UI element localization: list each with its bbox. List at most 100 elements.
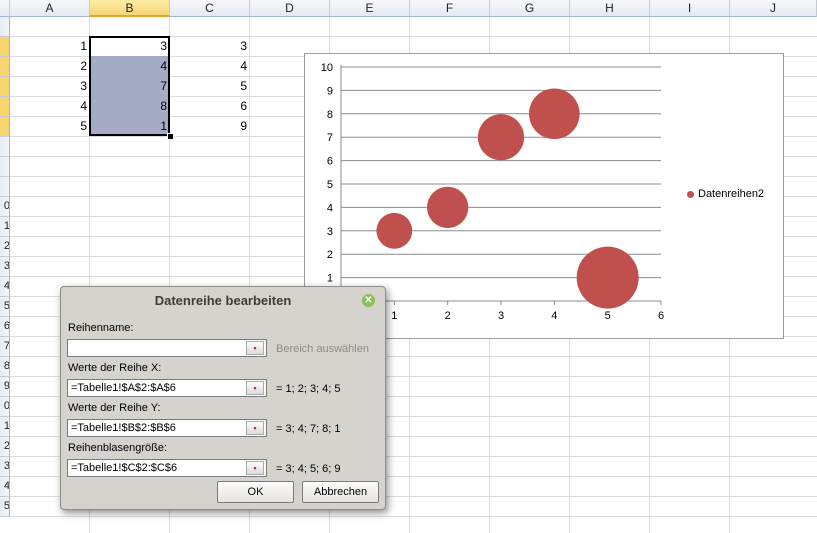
cell-a4[interactable]: 3 bbox=[10, 76, 90, 96]
range-select-icon[interactable]: ▪ bbox=[246, 341, 264, 355]
row-header[interactable]: 1 bbox=[0, 217, 10, 237]
y-tick-label: 2 bbox=[327, 249, 333, 261]
row-header[interactable]: 6 bbox=[0, 317, 10, 337]
bubble-point bbox=[477, 114, 525, 161]
row-header[interactable]: 2 bbox=[0, 237, 10, 257]
row-header[interactable]: 8 bbox=[0, 357, 10, 377]
bubble-point bbox=[529, 88, 580, 140]
row-header[interactable]: 4 bbox=[0, 277, 10, 297]
series-name-hint: Bereich auswählen bbox=[276, 343, 369, 355]
cell-c2[interactable]: 3 bbox=[170, 36, 250, 56]
row-header[interactable] bbox=[0, 77, 10, 97]
x-values-label: Werte der Reihe X: bbox=[68, 362, 162, 374]
row-header[interactable] bbox=[0, 177, 10, 197]
row-header[interactable] bbox=[0, 137, 10, 157]
row-number: 5 bbox=[3, 500, 10, 512]
y-tick-label: 3 bbox=[327, 226, 333, 238]
legend-series-name: Datenreihen2 bbox=[698, 188, 765, 200]
cell-a5[interactable]: 4 bbox=[10, 96, 90, 116]
x-values-field[interactable]: =Tabelle1!$A$2:$A$6 bbox=[67, 379, 267, 397]
bubble-size-field[interactable]: =Tabelle1!$C$2:$C$6 bbox=[67, 459, 267, 477]
cell-c4[interactable]: 5 bbox=[170, 76, 250, 96]
x-tick-label: 4 bbox=[551, 310, 557, 322]
legend-marker bbox=[687, 190, 694, 198]
row-number: 4 bbox=[3, 280, 10, 292]
row-header[interactable] bbox=[0, 37, 10, 57]
row-number: 2 bbox=[3, 240, 10, 252]
row-number: 7 bbox=[3, 340, 10, 352]
column-header-c[interactable]: C bbox=[170, 0, 250, 17]
row-number: 0 bbox=[3, 200, 10, 212]
bubble-size-label: Reihenblasengröße: bbox=[68, 442, 168, 454]
row-header[interactable] bbox=[0, 117, 10, 137]
close-icon[interactable]: ✕ bbox=[362, 294, 375, 307]
cell-a2[interactable]: 1 bbox=[10, 36, 90, 56]
row-header[interactable]: 7 bbox=[0, 337, 10, 357]
row-header[interactable]: 1 bbox=[0, 417, 10, 437]
y-tick-label: 10 bbox=[321, 62, 333, 74]
ok-button[interactable]: OK bbox=[217, 481, 294, 503]
cell-c3[interactable]: 4 bbox=[170, 56, 250, 76]
y-values-value: =Tabelle1!$B$2:$B$6 bbox=[71, 422, 176, 434]
select-all-corner[interactable] bbox=[0, 0, 10, 17]
bubble-size-result: = 3; 4; 5; 6; 9 bbox=[276, 463, 341, 475]
edit-series-dialog[interactable]: Datenreihe bearbeiten ✕ Reihenname: ▪ Be… bbox=[60, 286, 386, 510]
row-header[interactable]: 3 bbox=[0, 457, 10, 477]
y-values-label: Werte der Reihe Y: bbox=[68, 402, 161, 414]
row-number: 3 bbox=[3, 460, 10, 472]
column-header-a[interactable]: A bbox=[10, 0, 90, 17]
row-header[interactable]: 3 bbox=[0, 257, 10, 277]
row-header[interactable]: 0 bbox=[0, 197, 10, 217]
row-header[interactable]: 5 bbox=[0, 497, 10, 517]
y-tick-label: 5 bbox=[327, 179, 333, 191]
x-tick-label: 3 bbox=[498, 310, 504, 322]
cell-a6[interactable]: 5 bbox=[10, 116, 90, 136]
y-tick-label: 9 bbox=[327, 85, 333, 97]
range-select-icon[interactable]: ▪ bbox=[246, 381, 264, 395]
column-header-g[interactable]: G bbox=[490, 0, 570, 17]
row-header[interactable]: 4 bbox=[0, 477, 10, 497]
y-values-result: = 3; 4; 7; 8; 1 bbox=[276, 423, 341, 435]
y-values-field[interactable]: =Tabelle1!$B$2:$B$6 bbox=[67, 419, 267, 437]
row-header[interactable] bbox=[0, 97, 10, 117]
series-name-field[interactable] bbox=[67, 339, 267, 357]
cell-c5[interactable]: 6 bbox=[170, 96, 250, 116]
y-tick-label: 6 bbox=[327, 156, 333, 168]
column-header-h[interactable]: H bbox=[570, 0, 650, 17]
cell-a3[interactable]: 2 bbox=[10, 56, 90, 76]
bubble-size-value: =Tabelle1!$C$2:$C$6 bbox=[71, 462, 178, 474]
row-number: 5 bbox=[3, 300, 10, 312]
row-header[interactable] bbox=[0, 157, 10, 177]
row-number: 4 bbox=[3, 480, 10, 492]
fill-handle[interactable] bbox=[167, 133, 174, 140]
cell-c6[interactable]: 9 bbox=[170, 116, 250, 136]
cancel-button[interactable]: Abbrechen bbox=[302, 481, 379, 503]
row-number: 2 bbox=[3, 440, 10, 452]
column-header-j[interactable]: J bbox=[730, 0, 817, 17]
y-tick-label: 4 bbox=[327, 202, 333, 214]
column-header-b[interactable]: B bbox=[90, 0, 170, 17]
y-tick-label: 7 bbox=[327, 132, 333, 144]
row-header[interactable]: 2 bbox=[0, 437, 10, 457]
y-tick-label: 1 bbox=[327, 273, 333, 285]
row-header[interactable]: 5 bbox=[0, 297, 10, 317]
x-tick-label: 1 bbox=[391, 310, 397, 322]
selection-border bbox=[89, 36, 170, 136]
range-select-icon[interactable]: ▪ bbox=[246, 461, 264, 475]
row-number: 9 bbox=[3, 380, 10, 392]
x-values-result: = 1; 2; 3; 4; 5 bbox=[276, 383, 341, 395]
chart-legend[interactable]: Datenreihen2 bbox=[687, 188, 764, 200]
row-header[interactable]: 9 bbox=[0, 377, 10, 397]
range-select-icon[interactable]: ▪ bbox=[246, 421, 264, 435]
row-number: 8 bbox=[3, 360, 10, 372]
row-header[interactable]: 0 bbox=[0, 397, 10, 417]
x-tick-label: 2 bbox=[445, 310, 451, 322]
dialog-title: Datenreihe bearbeiten bbox=[154, 293, 292, 308]
row-header[interactable] bbox=[0, 17, 10, 37]
row-number: 1 bbox=[3, 420, 10, 432]
column-header-i[interactable]: I bbox=[650, 0, 730, 17]
column-header-f[interactable]: F bbox=[410, 0, 490, 17]
column-header-e[interactable]: E bbox=[330, 0, 410, 17]
row-header[interactable] bbox=[0, 57, 10, 77]
column-header-d[interactable]: D bbox=[250, 0, 330, 17]
